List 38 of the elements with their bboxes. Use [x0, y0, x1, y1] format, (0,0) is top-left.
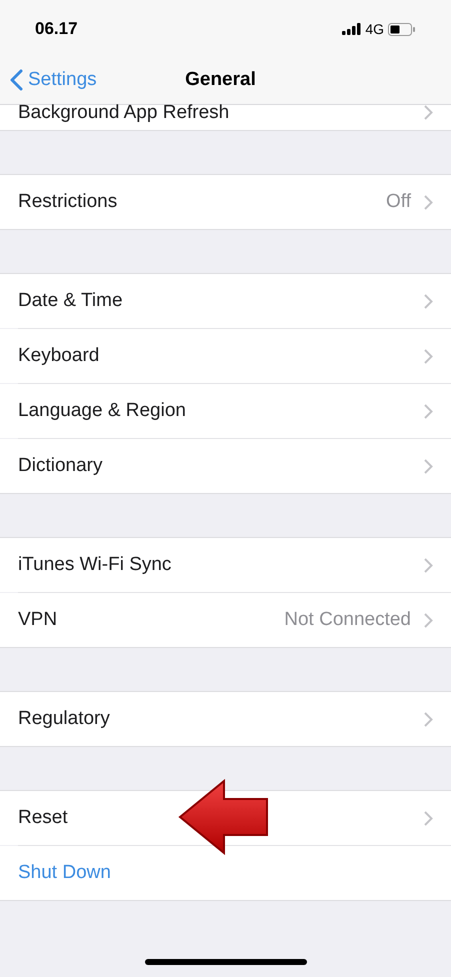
row-label: Shut Down [18, 861, 111, 885]
chevron-icon [424, 348, 433, 364]
chevron-icon [424, 194, 433, 210]
nav-title: General [185, 68, 256, 92]
settings-row[interactable]: Date & Time [0, 274, 451, 328]
settings-row[interactable]: Restrictions Off [0, 175, 451, 229]
back-chevron-icon [10, 69, 23, 92]
row-label: Keyboard [18, 344, 100, 368]
chevron-icon [424, 558, 433, 572]
settings-row[interactable]: Dictionary [0, 439, 451, 493]
battery-icon [388, 22, 416, 36]
chevron-icon [424, 294, 433, 308]
settings-row[interactable]: Background App Refresh [0, 105, 451, 130]
row-value: Not Connected [284, 608, 411, 632]
row-label: Dictionary [18, 454, 102, 478]
chevron-icon [424, 712, 433, 726]
chevron-icon [424, 810, 433, 826]
chevron-icon [424, 458, 433, 474]
row-value: Off [386, 190, 411, 214]
row-label: Date & Time [18, 289, 123, 313]
row-label: Language & Region [18, 399, 186, 423]
settings-row[interactable]: iTunes Wi-Fi Sync [0, 538, 451, 592]
row-label: VPN [18, 608, 58, 632]
status-time: 06.17 [35, 18, 78, 40]
row-label: Restrictions [18, 190, 118, 214]
signal-icon [342, 23, 362, 35]
settings-row[interactable]: Shut Down [0, 846, 451, 900]
row-label: iTunes Wi-Fi Sync [18, 553, 172, 577]
settings-row[interactable]: Language & Region [0, 384, 451, 438]
network-type: 4G [365, 20, 384, 38]
settings-row[interactable]: Keyboard [0, 329, 451, 383]
settings-row[interactable]: VPN Not Connected [0, 593, 451, 647]
row-label: Reset [18, 806, 68, 830]
chevron-icon [424, 404, 433, 418]
settings-row[interactable]: Regulatory [0, 692, 451, 746]
chevron-icon [424, 105, 433, 120]
row-label: Regulatory [18, 707, 110, 731]
chevron-icon [424, 612, 433, 628]
